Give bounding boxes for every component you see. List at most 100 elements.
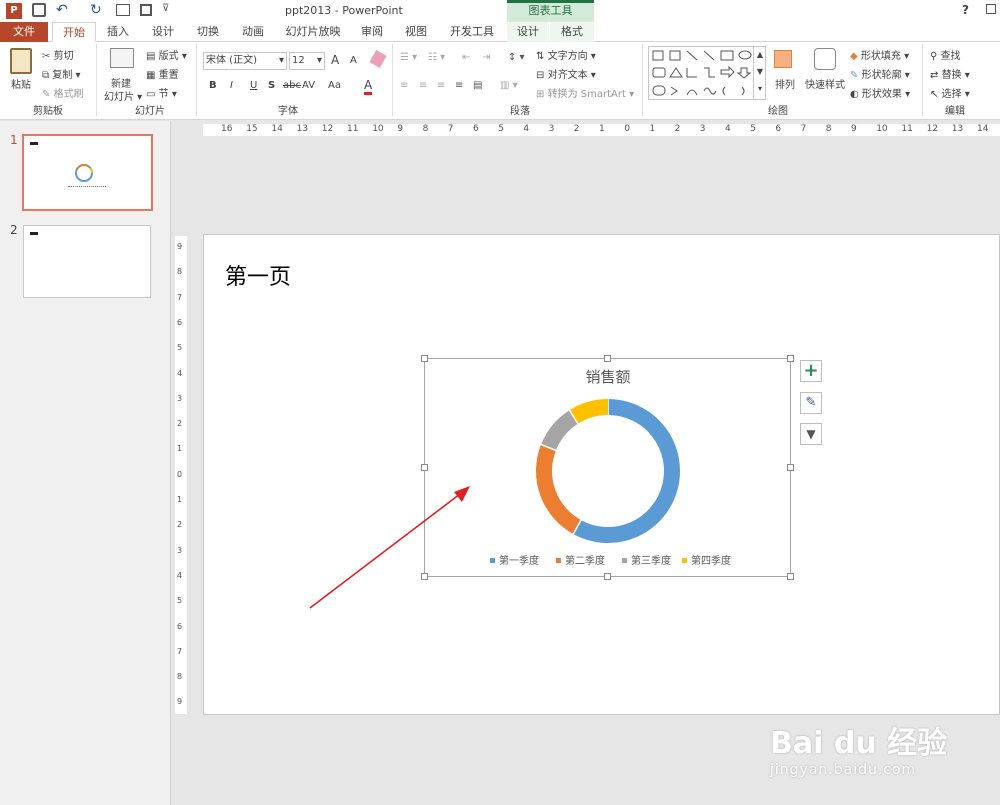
tab-transitions[interactable]: 切换 [190, 22, 226, 42]
save-as-icon[interactable] [140, 4, 152, 16]
filter-icon: ▼ [806, 427, 816, 441]
doughnut-chart[interactable]: 销售额 第一季度 第二季度 第三季度 第四季度 [426, 360, 790, 576]
tab-insert[interactable]: 插入 [100, 22, 136, 42]
doughnut-slice-3[interactable] [541, 410, 579, 451]
pen-icon: ✎ [850, 70, 859, 81]
slide-title[interactable]: 第一页 [225, 259, 291, 291]
ruler-tick-label: 14 [271, 124, 283, 134]
legend-label-1[interactable]: 第一季度 [499, 554, 539, 567]
font-name-select[interactable]: 宋体 (正文) ▾ [203, 52, 287, 70]
section-button[interactable]: ▭ 节 ▾ [146, 85, 177, 100]
thumbnail-slide-2[interactable] [23, 225, 151, 298]
line-spacing-icon[interactable]: ↕ ▾ [508, 52, 525, 63]
replace-button[interactable]: ⇄ 替换 ▾ [930, 66, 970, 81]
layout-button[interactable]: ▤ 版式 ▾ [146, 47, 187, 62]
grow-font-button[interactable]: A [331, 53, 339, 67]
tab-chart-format[interactable]: 格式 [550, 22, 594, 42]
strike-button[interactable]: abc [283, 80, 301, 91]
clear-format-icon[interactable] [369, 49, 387, 69]
paste-button[interactable]: 粘贴 [11, 76, 31, 91]
legend-label-3[interactable]: 第三季度 [631, 554, 671, 567]
char-spacing-button[interactable]: AV [302, 80, 315, 91]
doughnut-slice-2[interactable] [536, 444, 582, 535]
tab-developer[interactable]: 开发工具 [444, 22, 500, 42]
tab-animations[interactable]: 动画 [235, 22, 271, 42]
italic-button[interactable]: I [230, 80, 233, 91]
shape-outline-button[interactable]: ✎ 形状轮廓 ▾ [850, 66, 910, 81]
quick-styles-icon[interactable] [814, 48, 836, 70]
replace-label: 替换 [941, 70, 962, 81]
redo-icon[interactable]: ↻ [90, 2, 102, 18]
tab-design[interactable]: 设计 [145, 22, 181, 42]
horizontal-ruler: 16 15 14 13 12 11 10 9 8 7 6 5 4 3 2 1 0 1 2 3 4 5 6 7 8 9 10 11 12 1… [203, 124, 1000, 136]
ribbon-display-icon[interactable] [986, 4, 996, 14]
align-text-button[interactable]: ⊟ 对齐文本 ▾ [536, 66, 596, 81]
columns-icon[interactable]: ▥ ▾ [500, 80, 518, 91]
align-center-icon[interactable]: ≡ [419, 80, 427, 91]
copy-button[interactable]: ⧉ 复制 ▾ [42, 66, 81, 81]
legend-label-4[interactable]: 第四季度 [691, 554, 731, 567]
powerpoint-logo-icon[interactable]: P [6, 3, 22, 19]
font-size-select[interactable]: 12 ▾ [289, 52, 325, 70]
chart-styles-button[interactable]: ✎ [800, 392, 822, 414]
quick-styles-button[interactable]: 快速样式 [805, 76, 845, 91]
new-slide-label-2[interactable]: 幻灯片 ▾ [104, 88, 142, 103]
text-direction-button[interactable]: ⇅ 文字方向 ▾ [536, 47, 596, 62]
ruler-tick-label: 1 [599, 124, 605, 134]
tab-file[interactable]: 文件 [0, 22, 48, 42]
align-left-icon[interactable]: ≡ [400, 80, 408, 91]
ruler-tick-label: 8 [825, 124, 832, 134]
ruler-tick-label: 6 [473, 124, 479, 134]
tab-review[interactable]: 审阅 [354, 22, 390, 42]
tab-slideshow[interactable]: 幻灯片放映 [282, 22, 344, 42]
bullets-icon[interactable]: ☰ ▾ [400, 52, 417, 63]
find-button[interactable]: ⚲ 查找 [930, 47, 961, 62]
distributed-icon[interactable]: ▤ [473, 80, 482, 91]
undo-icon[interactable]: ↶ [56, 2, 68, 18]
chart-title[interactable]: 销售额 [585, 368, 630, 386]
ruler-tick-label: 14 [977, 124, 989, 134]
tab-home[interactable]: 开始 [52, 22, 96, 42]
smartart-button[interactable]: ⊞ 转换为 SmartArt ▾ [536, 85, 634, 100]
doughnut-slice-1[interactable] [573, 399, 680, 543]
numbering-icon[interactable]: ☷ ▾ [428, 52, 445, 63]
shadow-button[interactable]: S [268, 80, 275, 91]
reset-button[interactable]: ▦ 重置 [146, 66, 179, 81]
paste-icon[interactable] [10, 48, 32, 74]
gallery-scroll[interactable]: ▲ ▼ ▾ [753, 46, 766, 100]
underline-button[interactable]: U [250, 80, 257, 91]
shapes-gallery[interactable] [648, 46, 766, 100]
select-button[interactable]: ↖ 选择 ▾ [930, 85, 970, 100]
ruler-tick-label: 1 [177, 495, 183, 504]
customize-qat-icon[interactable]: ⊽ [162, 3, 169, 14]
bold-button[interactable]: B [209, 80, 217, 91]
legend-label-2[interactable]: 第二季度 [565, 554, 605, 567]
font-color-button[interactable]: A [364, 78, 373, 95]
ruler-tick-label: 12 [926, 124, 939, 134]
shape-effects-button[interactable]: ◐ 形状效果 ▾ [850, 85, 910, 100]
change-case-button[interactable]: Aa [328, 80, 341, 91]
shrink-font-button[interactable]: A [350, 55, 357, 66]
increase-indent-icon[interactable]: ⇥ [482, 52, 490, 63]
align-right-icon[interactable]: ≡ [437, 80, 445, 91]
format-painter-button[interactable]: ✎ 格式刷 [42, 85, 84, 100]
ruler-tick-label: 13 [951, 124, 964, 134]
presentation-icon[interactable] [116, 4, 130, 16]
ruler-tick-label: 13 [296, 124, 309, 134]
align-text-label: 对齐文本 [547, 70, 588, 81]
arrange-icon[interactable] [774, 50, 792, 68]
tab-chart-design[interactable]: 设计 [507, 22, 549, 42]
tab-view[interactable]: 视图 [398, 22, 434, 42]
doughnut-slice-4[interactable] [569, 399, 609, 424]
new-slide-icon[interactable] [110, 48, 134, 68]
thumbnail-slide-1[interactable] [22, 134, 153, 211]
help-icon[interactable]: ? [962, 3, 969, 17]
arrange-button[interactable]: 排列 [775, 76, 795, 91]
save-icon[interactable] [32, 3, 46, 17]
justify-icon[interactable]: ≡ [455, 80, 463, 91]
decrease-indent-icon[interactable]: ⇤ [462, 52, 470, 63]
chart-filters-button[interactable]: ▼ [800, 423, 822, 445]
shape-fill-button[interactable]: ◆ 形状填充 ▾ [850, 47, 909, 62]
chart-elements-button[interactable]: + [800, 360, 822, 382]
cut-button[interactable]: ✂ 剪切 [42, 47, 74, 62]
